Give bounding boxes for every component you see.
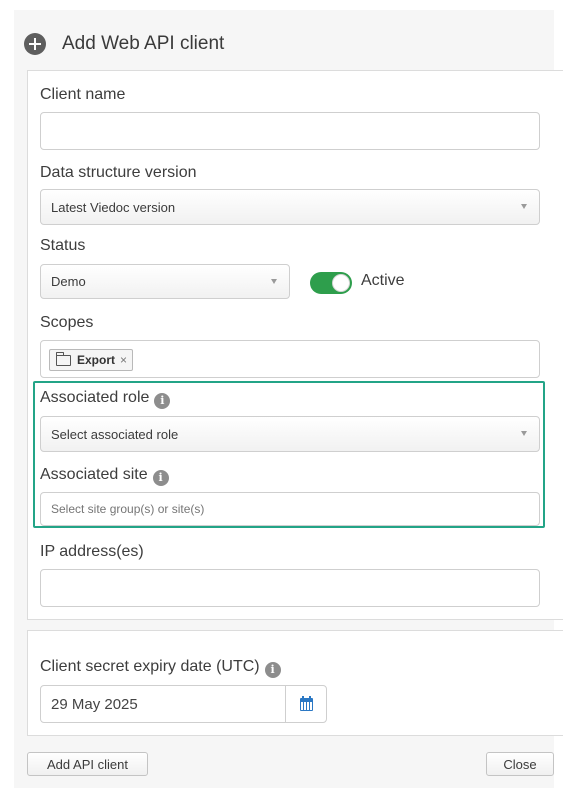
- toggle-knob: [332, 274, 350, 292]
- active-toggle[interactable]: [310, 272, 352, 294]
- scope-tag-label: Export: [77, 353, 116, 367]
- client-name-input[interactable]: [40, 112, 540, 150]
- ip-addresses-label: IP address(es): [40, 543, 144, 560]
- remove-tag-icon[interactable]: ×: [120, 353, 127, 367]
- scopes-input[interactable]: Export ×: [40, 340, 540, 378]
- ip-addresses-input[interactable]: [40, 569, 540, 607]
- client-name-label: Client name: [40, 86, 126, 103]
- status-value: Demo: [51, 274, 86, 289]
- plus-circle-icon: [24, 33, 46, 55]
- dialog-title: Add Web API client: [62, 33, 225, 54]
- close-button[interactable]: Close: [486, 752, 554, 776]
- form-panel: Client name Data structure version Lates…: [27, 70, 563, 620]
- dialog-header: Add Web API client: [24, 28, 224, 60]
- expiry-date-input[interactable]: [40, 685, 286, 723]
- data-structure-version-select[interactable]: Latest Viedoc version: [40, 189, 540, 225]
- calendar-button[interactable]: [285, 685, 327, 723]
- folder-icon: [56, 351, 71, 366]
- scopes-label: Scopes: [40, 314, 94, 331]
- status-select[interactable]: Demo: [40, 264, 290, 299]
- active-toggle-label: Active: [361, 272, 405, 289]
- data-structure-version-value: Latest Viedoc version: [51, 199, 176, 215]
- expiry-label: Client secret expiry date (UTC) i: [40, 658, 281, 678]
- chevron-down-icon: [521, 204, 527, 209]
- add-api-client-button[interactable]: Add API client: [27, 752, 148, 776]
- data-structure-version-label: Data structure version: [40, 164, 197, 181]
- chevron-down-icon: [271, 278, 277, 284]
- expiry-panel: Client secret expiry date (UTC) i: [27, 630, 563, 736]
- calendar-icon: [300, 696, 313, 711]
- info-icon[interactable]: i: [264, 662, 281, 678]
- highlight-frame: [33, 381, 545, 528]
- expiry-label-text: Client secret expiry date (UTC): [40, 658, 260, 675]
- scope-tag-export: Export ×: [49, 349, 134, 371]
- status-label: Status: [40, 237, 86, 254]
